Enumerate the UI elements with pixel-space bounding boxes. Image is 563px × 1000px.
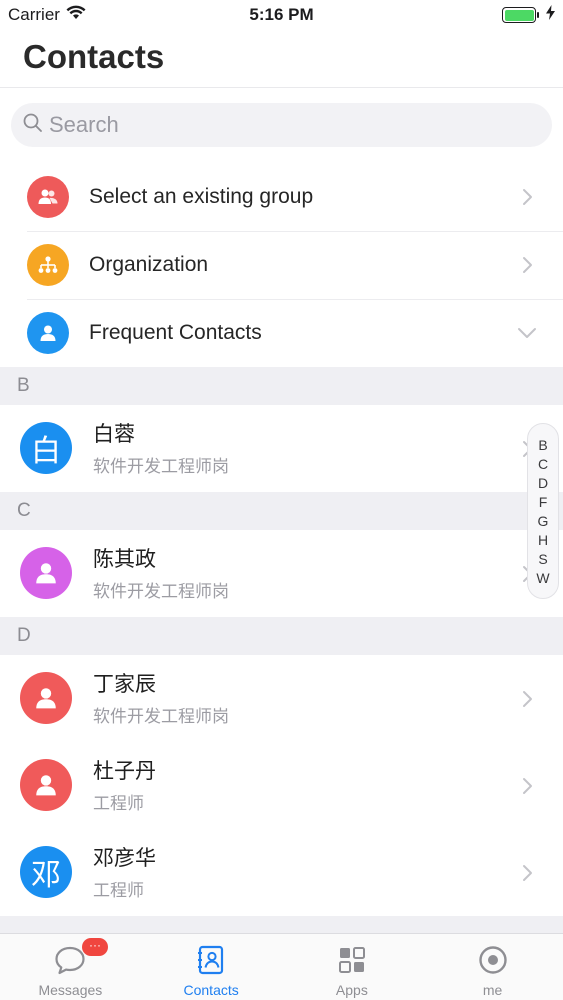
tab-me[interactable]: me [422,934,563,1000]
charging-icon [546,5,555,25]
menu-item-organization[interactable]: Organization [0,231,563,299]
tab-label: Messages [38,982,103,998]
menu-label: Select an existing group [89,185,314,208]
contact-row[interactable]: 陈其政 软件开发工程师岗 [0,530,563,617]
person-icon [36,775,56,796]
contact-row[interactable]: 丁家辰 软件开发工程师岗 [0,655,563,742]
page-title: Contacts [23,38,165,75]
section-header-d: D [0,617,563,655]
avatar [20,547,72,599]
avatar: 邓 [20,846,72,898]
alpha-index-letter[interactable]: F [539,493,548,511]
alphabet-index[interactable]: B C D F G H S W [527,423,559,599]
chevron-right-icon [517,255,537,275]
contact-row[interactable]: 邓 邓彦华 工程师 [0,829,563,916]
chevron-down-icon [517,323,537,343]
header-divider [0,87,563,88]
tab-label: Contacts [183,982,239,998]
alpha-index-letter[interactable]: B [538,436,547,454]
menu-label: Frequent Contacts [89,321,262,344]
menu-item-frequent-contacts[interactable]: Frequent Contacts [0,299,563,367]
alpha-index-letter[interactable]: W [536,569,549,587]
org-chart-icon [27,244,69,286]
contact-name: 陈其政 [93,548,156,571]
carrier-label: Carrier [8,5,60,24]
contact-name: 杜子丹 [93,760,156,783]
contact-row[interactable]: 杜子丹 工程师 [0,742,563,829]
tab-contacts[interactable]: Contacts [141,934,282,1000]
alpha-index-letter[interactable]: S [538,550,547,568]
contact-row[interactable]: 白 白蓉 软件开发工程师岗 [0,405,563,492]
contact-title: 软件开发工程师岗 [93,457,229,476]
contact-title: 软件开发工程师岗 [93,707,229,726]
status-left: Carrier [8,5,86,25]
person-icon [27,312,69,354]
menu-label: Organization [89,253,209,276]
alpha-index-letter[interactable]: C [538,455,548,473]
chevron-right-icon [517,187,537,207]
wifi-icon [66,5,86,25]
alpha-index-letter[interactable]: G [538,512,549,530]
section-header-c: C [0,492,563,530]
contact-name: 白蓉 [93,423,135,446]
unread-badge: ··· [82,938,108,956]
contact-title: 工程师 [93,794,144,813]
chevron-right-icon [517,863,537,883]
status-right [502,5,555,25]
search-input[interactable] [49,112,529,138]
status-bar: Carrier 5:16 PM [0,0,563,30]
chevron-right-icon [517,689,537,709]
tab-label: me [482,982,503,998]
person-icon [36,688,56,709]
tab-bar: ··· Messages Contacts Apps me [0,933,563,1000]
avatar [20,672,72,724]
apps-grid-icon [336,944,368,976]
contacts-book-icon [195,944,227,976]
avatar [20,759,72,811]
group-icon [27,176,69,218]
search-icon [23,113,43,138]
tab-label: Apps [335,982,368,998]
person-icon [36,563,56,584]
alpha-index-letter[interactable]: H [538,531,548,549]
contact-title: 工程师 [93,881,144,900]
search-bar[interactable] [11,103,552,147]
tab-apps[interactable]: Apps [282,934,423,1000]
contact-title: 软件开发工程师岗 [93,582,229,601]
avatar: 白 [20,422,72,474]
battery-fill [504,9,534,21]
menu-item-select-group[interactable]: Select an existing group [0,163,563,231]
profile-circle-icon [477,944,509,976]
section-header-partial [0,916,563,933]
section-header-b: B [0,367,563,405]
chevron-right-icon [517,776,537,796]
alpha-index-letter[interactable]: D [538,474,548,492]
contact-name: 邓彦华 [93,847,156,870]
tab-messages[interactable]: ··· Messages [0,934,141,1000]
contact-name: 丁家辰 [93,673,156,696]
battery-icon [502,7,539,23]
